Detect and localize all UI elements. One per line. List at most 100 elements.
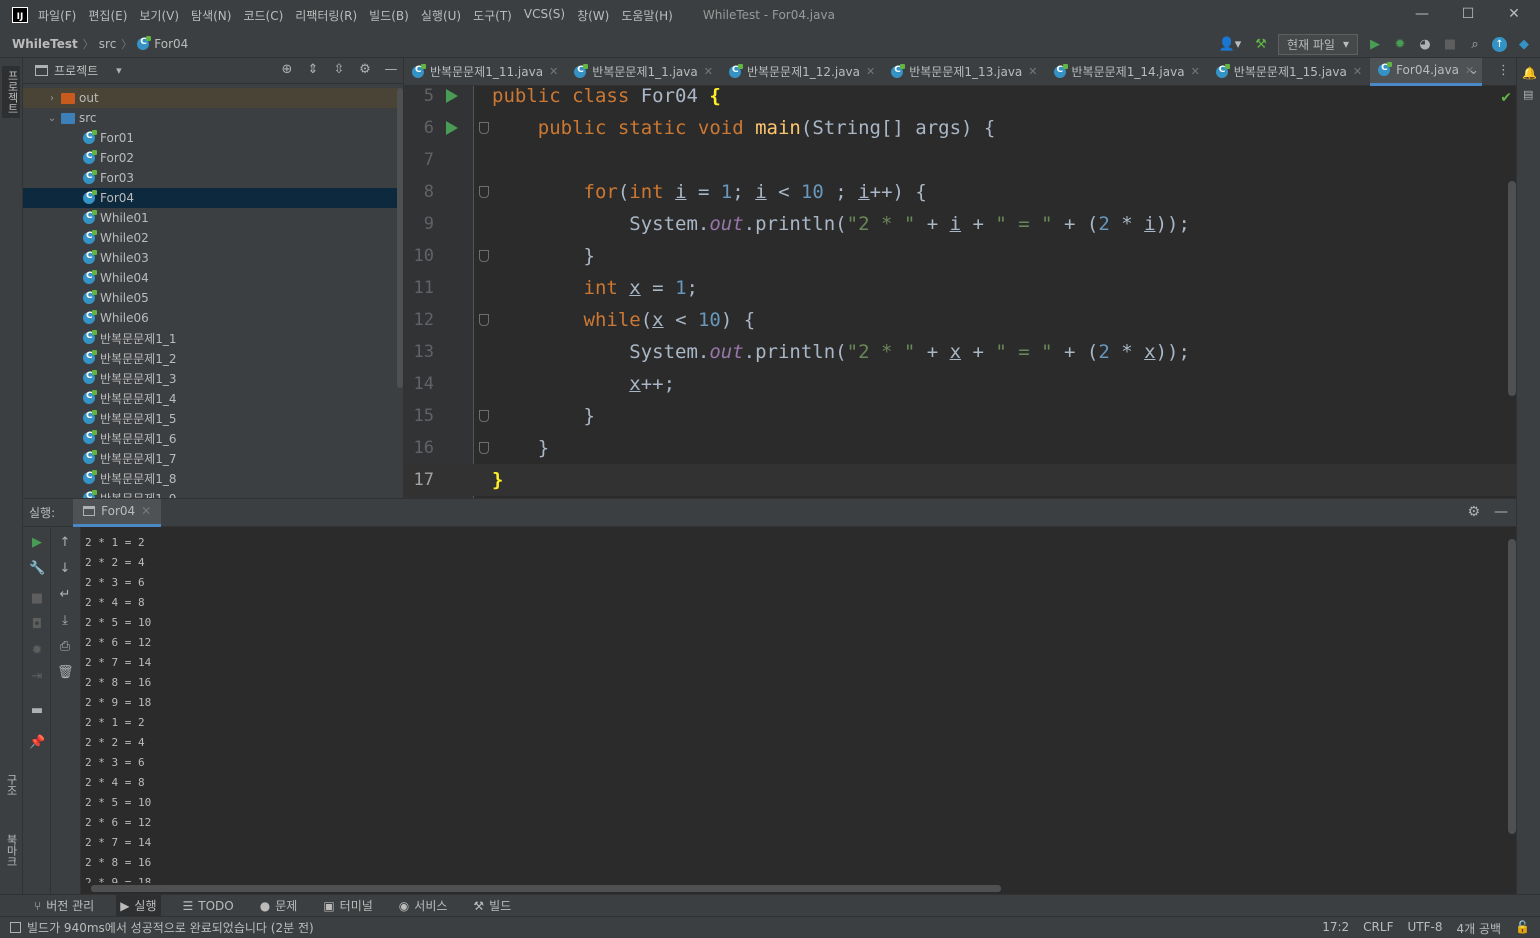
print-icon[interactable]: ⎙	[57, 639, 73, 655]
menu-item[interactable]: 코드(C)	[243, 7, 283, 24]
tree-item-file[interactable]: C 반복문문제1_3	[23, 368, 398, 388]
menu-item[interactable]: 보기(V)	[139, 7, 179, 24]
menu-item[interactable]: 탐색(N)	[191, 7, 231, 24]
tree-item-file[interactable]: C 반복문문제1_2	[23, 348, 398, 368]
line-separator[interactable]: CRLF	[1363, 920, 1393, 937]
notifications-icon[interactable]: 🔔	[1522, 66, 1537, 80]
tree-item-file[interactable]: C 반복문문제1_1	[23, 328, 398, 348]
pin-icon[interactable]: 📌	[29, 735, 45, 751]
more-vertical-icon[interactable]: ⋮	[1497, 63, 1510, 78]
fold-icon[interactable]	[479, 186, 489, 198]
hide-icon[interactable]: —	[1494, 504, 1508, 520]
camera-icon[interactable]: ◘	[29, 617, 45, 633]
debug-bug-icon[interactable]: ✹	[29, 643, 45, 659]
run-tab-for04[interactable]: For04 ✕	[73, 498, 162, 527]
editor-tab[interactable]: C 반복문문제1_11.java ✕	[404, 58, 566, 86]
tree-item-file[interactable]: C While01	[23, 208, 398, 228]
tree-item-file[interactable]: C 반복문문제1_6	[23, 428, 398, 448]
status-message[interactable]: 빌드가 940ms에서 성공적으로 완료되었습니다 (2분 전)	[10, 919, 314, 936]
tree-item-file[interactable]: C 반복문문제1_4	[23, 388, 398, 408]
menu-item[interactable]: 도구(T)	[473, 7, 512, 24]
coverage-icon[interactable]: ◕	[1417, 36, 1433, 52]
tree-item-file[interactable]: C While04	[23, 268, 398, 288]
expand-all-icon[interactable]: ⇕	[305, 62, 321, 78]
tree-item-file[interactable]: C While02	[23, 228, 398, 248]
tree-item-file[interactable]: C While06	[23, 308, 398, 328]
debug-bug-icon[interactable]: ✹	[1392, 36, 1408, 52]
minimize-icon[interactable]: —	[1410, 4, 1434, 24]
arrow-down-icon[interactable]: ↓	[57, 561, 73, 577]
close-icon[interactable]: ✕	[1028, 65, 1037, 78]
tree-item-file[interactable]: C 반복문문제1_5	[23, 408, 398, 428]
tab-todo[interactable]: ☰ TODO	[179, 895, 238, 917]
fold-icon[interactable]	[479, 410, 489, 422]
close-window-icon[interactable]: ✕	[1502, 4, 1526, 24]
tree-item-file[interactable]: C반복문문제1_9	[23, 488, 398, 498]
run-icon[interactable]: ▶	[1367, 36, 1383, 52]
structure-tool-button[interactable]: 구조	[3, 774, 19, 796]
editor-tab[interactable]: C For04.java ✕	[1370, 57, 1483, 86]
scroll-to-end-icon[interactable]: ⤓	[57, 613, 73, 629]
update-icon[interactable]: ↑	[1492, 36, 1507, 52]
code-editor[interactable]: 5 public class For04 { 6 public static v…	[404, 86, 1516, 498]
tab-services[interactable]: ◉ 서비스	[395, 895, 452, 917]
search-icon[interactable]: ⌕	[1467, 36, 1483, 52]
menu-item[interactable]: VCS(S)	[524, 7, 565, 24]
check-icon[interactable]: ✔	[1500, 90, 1512, 106]
editor-tab[interactable]: C 반복문문제1_15.java ✕	[1208, 58, 1370, 86]
fold-icon[interactable]	[479, 442, 489, 454]
tab-version-control[interactable]: ⑂ 버전 관리	[30, 895, 98, 917]
tree-item-file[interactable]: C While05	[23, 288, 398, 308]
menu-item[interactable]: 빌드(B)	[369, 7, 409, 24]
bookmarks-tool-button[interactable]: 북마크	[3, 834, 19, 867]
trash-icon[interactable]: 🗑	[57, 665, 74, 681]
menu-item[interactable]: 리팩터링(R)	[295, 7, 357, 24]
tab-problems[interactable]: ● 문제	[256, 895, 302, 917]
breadcrumb-folder[interactable]: src	[99, 37, 117, 51]
rerun-icon[interactable]: ▶	[29, 535, 45, 551]
database-icon[interactable]: ▤	[1523, 88, 1533, 101]
project-tool-button[interactable]: 프로젝트	[2, 66, 20, 118]
close-icon[interactable]: ✕	[141, 504, 151, 518]
chevron-down-icon[interactable]: ⌄	[1468, 63, 1479, 78]
menu-item[interactable]: 도움말(H)	[621, 7, 673, 24]
chevron-down-icon[interactable]: ⌄	[45, 113, 59, 124]
editor-tab[interactable]: C 반복문문제1_1.java ✕	[566, 58, 721, 86]
chevron-right-icon[interactable]: ›	[45, 93, 59, 104]
editor-scrollbar[interactable]	[1508, 181, 1516, 396]
menu-item[interactable]: 파일(F)	[38, 7, 76, 24]
editor-tab[interactable]: C 반복문문제1_13.java ✕	[883, 58, 1045, 86]
tree-item-file[interactable]: C 반복문문제1_7	[23, 448, 398, 468]
layout-icon[interactable]: ▬	[29, 703, 45, 719]
breadcrumb-project[interactable]: WhileTest	[12, 37, 78, 51]
run-gutter-icon[interactable]	[446, 121, 458, 135]
run-config-dropdown[interactable]: 현재 파일 ▾	[1277, 33, 1358, 55]
tree-item-file[interactable]: C For03	[23, 168, 398, 188]
close-icon[interactable]: ✕	[1353, 65, 1362, 78]
project-scrollbar[interactable]	[397, 88, 403, 388]
gear-icon[interactable]: ⚙	[357, 62, 373, 78]
fold-icon[interactable]	[479, 250, 489, 262]
soft-wrap-icon[interactable]: ↵	[57, 587, 73, 603]
stop-icon[interactable]: ■	[1442, 36, 1458, 52]
wrench-icon[interactable]: 🔧	[29, 561, 45, 577]
lock-icon[interactable]: 🔓	[1515, 920, 1530, 937]
menu-item[interactable]: 편집(E)	[88, 7, 127, 24]
tree-item-src[interactable]: ⌄ src	[23, 108, 398, 128]
maximize-icon[interactable]: ☐	[1456, 4, 1480, 24]
build-hammer-icon[interactable]: ⚒	[1253, 36, 1269, 52]
caret-position[interactable]: 17:2	[1322, 920, 1349, 937]
locate-icon[interactable]: ⊕	[279, 62, 295, 78]
tree-item-out[interactable]: › out	[23, 88, 398, 108]
arrow-up-icon[interactable]: ↑	[57, 535, 73, 551]
menu-item[interactable]: 실행(U)	[421, 7, 461, 24]
close-icon[interactable]: ✕	[866, 65, 875, 78]
gear-icon[interactable]: ⚙	[1467, 504, 1480, 520]
console-output[interactable]: 2 * 1 = 2 2 * 2 = 4 2 * 3 = 6 2 * 4 = 8 2 * …	[85, 533, 1495, 883]
fold-icon[interactable]	[479, 314, 489, 326]
tree-item-file[interactable]: C For01	[23, 128, 398, 148]
user-icon[interactable]: 👤▾	[1216, 36, 1244, 52]
hide-icon[interactable]: —	[383, 62, 399, 78]
tree-item-file[interactable]: C 반복문문제1_8	[23, 468, 398, 488]
stop-icon[interactable]: ■	[29, 591, 45, 607]
